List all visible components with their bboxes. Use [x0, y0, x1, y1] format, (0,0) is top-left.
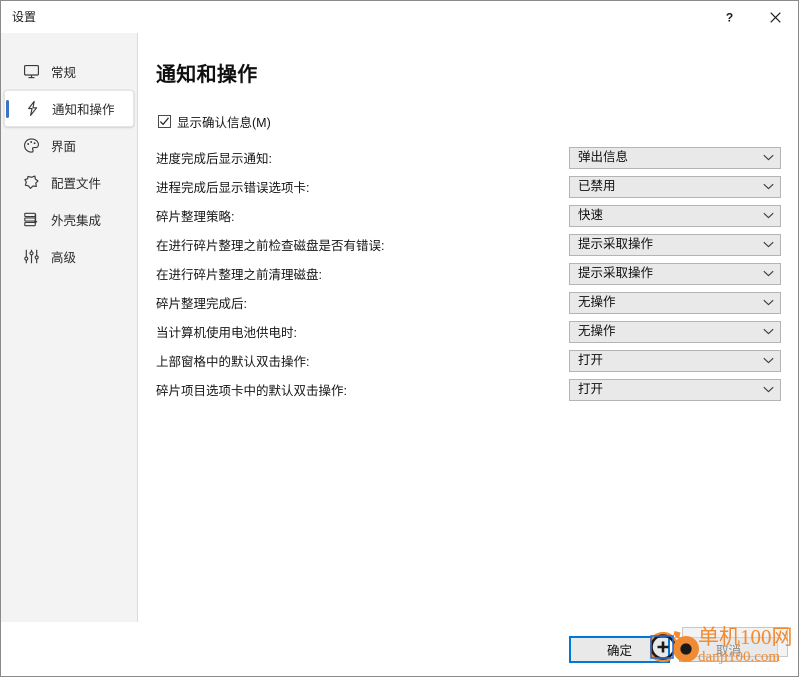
setting-dropdown-value: 弹出信息: [578, 150, 629, 165]
setting-dropdown-value: 打开: [578, 353, 604, 368]
sidebar-item-label: 高级: [51, 251, 77, 265]
chevron-down-icon: [763, 212, 774, 219]
title-bar: 设置 ?: [1, 1, 798, 33]
setting-dropdown[interactable]: 无操作: [569, 291, 781, 314]
settings-window: 设置 ? 常规 通知和操作 界面 配置文件 外壳集成 高级 通知和操作 显示确认…: [0, 0, 799, 677]
setting-dropdown[interactable]: 打开: [569, 349, 781, 372]
setting-row-after-defrag-complete: 碎片整理完成后: 无操作: [156, 288, 781, 317]
main-content: 通知和操作 显示确认信息(M) 进度完成后显示通知: 弹出信息 进程完成后显示错…: [138, 33, 798, 622]
cancel-button[interactable]: 取消: [679, 636, 778, 662]
sidebar-item-label: 界面: [51, 140, 77, 154]
layers-icon: [22, 210, 41, 229]
setting-label: 进度完成后显示通知:: [156, 152, 272, 166]
chevron-down-icon: [763, 299, 774, 306]
setting-label: 上部窗格中的默认双击操作:: [156, 355, 310, 369]
dialog-footer: 确定 取消: [1, 622, 798, 676]
settings-rows: 进度完成后显示通知: 弹出信息 进程完成后显示错误选项卡: 已禁用 碎片整理策略…: [156, 143, 781, 404]
checkmark-icon: [159, 117, 169, 126]
sliders-icon: [22, 247, 41, 266]
setting-dropdown-value: 打开: [578, 382, 604, 397]
sidebar-item-label: 通知和操作: [52, 103, 115, 117]
sidebar-item-label: 外壳集成: [51, 214, 102, 228]
setting-dropdown[interactable]: 打开: [569, 378, 781, 401]
setting-dropdown-value: 无操作: [578, 295, 616, 310]
sidebar-item-advanced[interactable]: 高级: [4, 238, 134, 275]
setting-label: 碎片项目选项卡中的默认双击操作:: [156, 384, 347, 398]
setting-label: 碎片整理完成后:: [156, 297, 247, 311]
setting-dropdown-value: 快速: [578, 208, 604, 223]
sidebar-item-label: 配置文件: [51, 177, 102, 191]
setting-row-top-pane-double-click: 上部窗格中的默认双击操作: 打开: [156, 346, 781, 375]
lightning-bolt-icon: [23, 99, 42, 118]
monitor-icon: [22, 62, 41, 81]
setting-dropdown[interactable]: 快速: [569, 204, 781, 227]
window-controls: ?: [706, 1, 798, 33]
setting-label: 碎片整理策略:: [156, 210, 235, 224]
sidebar-item-interface[interactable]: 界面: [4, 127, 134, 164]
setting-dropdown-value: 无操作: [578, 324, 616, 339]
sidebar-item-general[interactable]: 常规: [4, 53, 134, 90]
setting-label: 进程完成后显示错误选项卡:: [156, 181, 310, 195]
chevron-down-icon: [763, 386, 774, 393]
svg-text:?: ?: [725, 11, 732, 24]
setting-label: 在进行碎片整理之前检查磁盘是否有错误:: [156, 239, 385, 253]
page-title: 通知和操作: [156, 64, 258, 86]
show-confirmation-label: 显示确认信息(M): [177, 116, 271, 130]
setting-label: 在进行碎片整理之前清理磁盘:: [156, 268, 322, 282]
sidebar-item-profiles[interactable]: 配置文件: [4, 164, 134, 201]
setting-row-fragment-tab-double-click: 碎片项目选项卡中的默认双击操作: 打开: [156, 375, 781, 404]
setting-dropdown-value: 提示采取操作: [578, 237, 654, 252]
setting-label: 当计算机使用电池供电时:: [156, 326, 297, 340]
setting-row-on-battery-power: 当计算机使用电池供电时: 无操作: [156, 317, 781, 346]
chevron-down-icon: [763, 328, 774, 335]
selection-accent-bar: [6, 100, 9, 118]
chevron-down-icon: [763, 183, 774, 190]
help-button[interactable]: ?: [706, 1, 752, 33]
setting-dropdown[interactable]: 弹出信息: [569, 146, 781, 169]
chevron-down-icon: [763, 154, 774, 161]
setting-row-error-tab-on-complete: 进程完成后显示错误选项卡: 已禁用: [156, 172, 781, 201]
setting-dropdown[interactable]: 提示采取操作: [569, 233, 781, 256]
setting-dropdown-value: 提示采取操作: [578, 266, 654, 281]
chevron-down-icon: [763, 270, 774, 277]
show-confirmation-checkbox[interactable]: [158, 115, 171, 128]
sidebar-item-notifications[interactable]: 通知和操作: [4, 90, 134, 127]
setting-row-notify-on-progress-complete: 进度完成后显示通知: 弹出信息: [156, 143, 781, 172]
setting-dropdown[interactable]: 无操作: [569, 320, 781, 343]
sidebar-item-label: 常规: [51, 66, 77, 80]
chevron-down-icon: [763, 241, 774, 248]
setting-row-clean-disk-before-defrag: 在进行碎片整理之前清理磁盘: 提示采取操作: [156, 259, 781, 288]
window-title: 设置: [12, 10, 37, 24]
setting-dropdown[interactable]: 提示采取操作: [569, 262, 781, 285]
window-body: 常规 通知和操作 界面 配置文件 外壳集成 高级 通知和操作 显示确认信息(M)…: [1, 33, 798, 622]
close-button[interactable]: [752, 1, 798, 33]
setting-row-check-disk-errors-before-defrag: 在进行碎片整理之前检查磁盘是否有错误: 提示采取操作: [156, 230, 781, 259]
palette-icon: [22, 136, 41, 155]
question-mark-icon: ?: [725, 11, 732, 24]
setting-dropdown-value: 已禁用: [578, 179, 616, 194]
sidebar-item-shell-integration[interactable]: 外壳集成: [4, 201, 134, 238]
close-icon: [769, 11, 781, 23]
setting-dropdown[interactable]: 已禁用: [569, 175, 781, 198]
show-confirmation-checkbox-row[interactable]: 显示确认信息(M): [158, 112, 780, 131]
setting-row-defrag-strategy: 碎片整理策略: 快速: [156, 201, 781, 230]
sidebar-nav: 常规 通知和操作 界面 配置文件 外壳集成 高级: [1, 33, 138, 622]
profile-shape-icon: [22, 173, 41, 192]
ok-button[interactable]: 确定: [569, 635, 670, 663]
chevron-down-icon: [763, 357, 774, 364]
